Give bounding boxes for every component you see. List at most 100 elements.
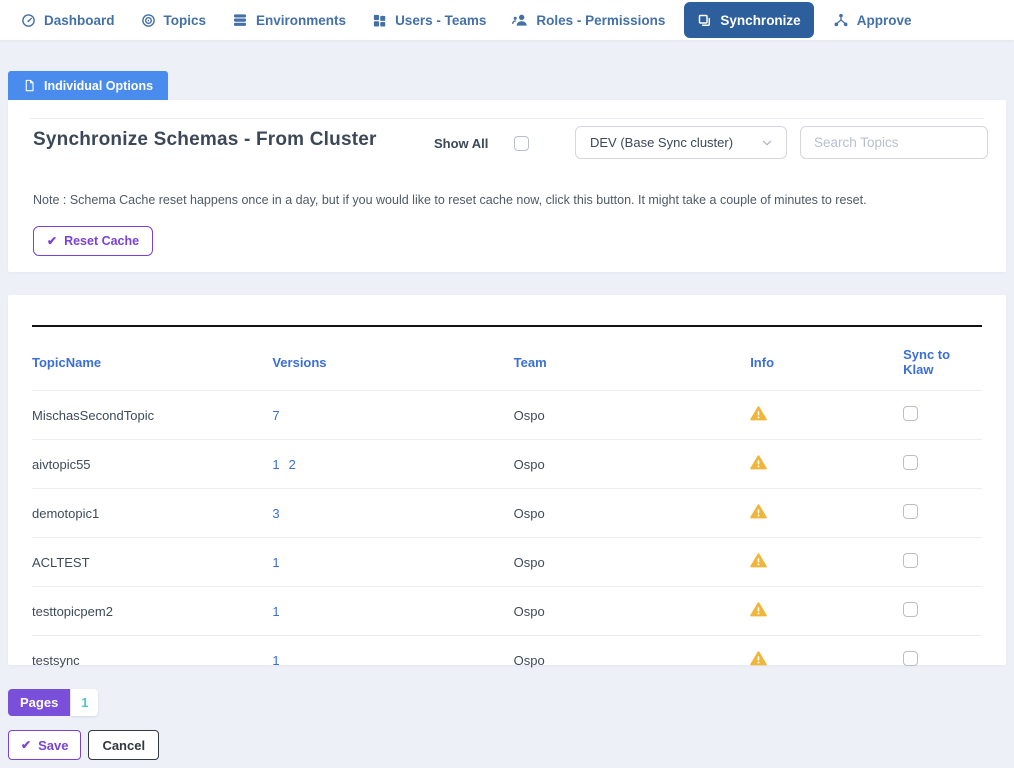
table-row: ACLTEST1Ospo — [32, 538, 982, 587]
table-row: demotopic13Ospo — [32, 489, 982, 538]
sync-cell — [903, 391, 982, 440]
warning-icon[interactable] — [750, 454, 767, 471]
col-versions: Versions — [272, 326, 513, 391]
info-cell — [750, 440, 903, 489]
topics-icon — [141, 13, 156, 28]
warning-icon[interactable] — [750, 552, 767, 569]
cancel-button-label: Cancel — [102, 738, 145, 753]
versions-cell: 7 — [272, 391, 513, 440]
team-cell: Ospo — [514, 489, 751, 538]
sync-to-klaw-checkbox[interactable] — [903, 602, 918, 617]
nav-item-synchronize[interactable]: Synchronize — [684, 2, 813, 38]
nav-item-label: Roles - Permissions — [536, 13, 665, 28]
version-link[interactable]: 1 — [272, 555, 279, 570]
sync-header-panel: Synchronize Schemas - From Cluster Show … — [8, 100, 1006, 272]
version-link[interactable]: 1 — [272, 653, 279, 668]
warning-icon[interactable] — [750, 503, 767, 520]
nav-item-dashboard[interactable]: Dashboard — [8, 0, 128, 40]
synchronize-icon — [697, 13, 712, 28]
team-cell: Ospo — [514, 391, 751, 440]
team-cell: Ospo — [514, 636, 751, 685]
topic-name-cell: ACLTEST — [32, 538, 272, 587]
table-row: MischasSecondTopic7 Ospo — [32, 391, 982, 440]
nav-item-environments[interactable]: Environments — [219, 0, 359, 40]
topic-name-cell: testsync — [32, 636, 272, 685]
sync-table-panel: TopicName Versions Team Info Sync to Kla… — [8, 295, 1006, 665]
versions-cell: 1 — [272, 538, 513, 587]
versions-cell: 1 — [272, 587, 513, 636]
nav-item-roles-permissions[interactable]: Roles - Permissions — [499, 0, 678, 40]
reset-cache-button[interactable]: ✔ Reset Cache — [33, 226, 153, 256]
sync-to-klaw-checkbox[interactable] — [903, 553, 918, 568]
col-info: Info — [750, 326, 903, 391]
reset-cache-label: Reset Cache — [64, 234, 139, 248]
cancel-button[interactable]: Cancel — [88, 730, 159, 760]
dashboard-icon — [21, 13, 36, 28]
tab-individual-options[interactable]: Individual Options — [8, 71, 168, 100]
search-input[interactable] — [800, 126, 988, 159]
save-button[interactable]: ✔ Save — [8, 730, 81, 760]
version-link[interactable]: 1 — [272, 604, 279, 619]
version-link[interactable]: 2 — [289, 457, 296, 472]
page-title: Synchronize Schemas - From Cluster — [33, 129, 377, 151]
cache-note: Note : Schema Cache reset happens once i… — [33, 193, 867, 207]
version-link[interactable]: 7 — [272, 408, 279, 423]
nav-item-approve[interactable]: Approve — [820, 0, 925, 40]
check-icon: ✔ — [47, 235, 57, 247]
nav-item-label: Users - Teams — [395, 13, 486, 28]
topic-name-cell: MischasSecondTopic — [32, 391, 272, 440]
nav-item-topics[interactable]: Topics — [128, 0, 220, 40]
sync-to-klaw-checkbox[interactable] — [903, 406, 918, 421]
pagination: Pages 1 — [8, 689, 98, 716]
panel-divider — [30, 118, 984, 119]
topic-name-cell: aivtopic55 — [32, 440, 272, 489]
sync-to-klaw-checkbox[interactable] — [903, 455, 918, 470]
sync-cell — [903, 489, 982, 538]
table-row: aivtopic5512Ospo — [32, 440, 982, 489]
versions-cell: 1 — [272, 636, 513, 685]
show-all-checkbox[interactable] — [514, 136, 529, 151]
check-icon: ✔ — [21, 739, 31, 751]
tab-individual-options-label: Individual Options — [44, 79, 153, 93]
info-cell — [750, 489, 903, 538]
sync-to-klaw-checkbox[interactable] — [903, 651, 918, 666]
warning-icon[interactable] — [750, 405, 767, 422]
team-cell: Ospo — [514, 587, 751, 636]
chevron-down-icon — [760, 136, 774, 150]
warning-icon[interactable] — [750, 601, 767, 618]
sync-cell — [903, 636, 982, 685]
topic-name-cell: testtopicpem2 — [32, 587, 272, 636]
info-cell — [750, 636, 903, 685]
version-link[interactable]: 3 — [272, 506, 279, 521]
info-cell — [750, 538, 903, 587]
table-row: testtopicpem21 Ospo — [32, 587, 982, 636]
version-link[interactable]: 1 — [272, 457, 279, 472]
page-number-button[interactable]: 1 — [71, 689, 98, 716]
sync-cell — [903, 587, 982, 636]
sync-cell — [903, 440, 982, 489]
nav-item-label: Dashboard — [44, 13, 115, 28]
info-cell — [750, 391, 903, 440]
col-team: Team — [514, 326, 751, 391]
bottom-actions: ✔ Save Cancel — [8, 730, 159, 760]
warning-icon[interactable] — [750, 650, 767, 667]
roles-permissions-icon — [512, 12, 528, 28]
nav-item-users-teams[interactable]: Users - Teams — [359, 0, 499, 40]
nav-item-label: Approve — [857, 13, 912, 28]
sync-to-klaw-checkbox[interactable] — [903, 504, 918, 519]
versions-cell: 3 — [272, 489, 513, 538]
sync-cell — [903, 538, 982, 587]
show-all-label: Show All — [434, 136, 488, 151]
cluster-select[interactable]: DEV (Base Sync cluster) — [575, 126, 787, 159]
top-nav: Dashboard TopicsEnvironments Users - Teams… — [0, 0, 1014, 40]
versions-cell: 12 — [272, 440, 513, 489]
table-row: testsync1 Ospo — [32, 636, 982, 685]
show-all-control: Show All — [434, 136, 529, 151]
environments-icon — [232, 12, 248, 28]
team-cell: Ospo — [514, 440, 751, 489]
col-sync-to-klaw: Sync to Klaw — [903, 326, 982, 391]
col-topic-name: TopicName — [32, 326, 272, 391]
users-teams-icon — [372, 13, 387, 28]
approve-icon — [833, 12, 849, 28]
info-cell — [750, 587, 903, 636]
